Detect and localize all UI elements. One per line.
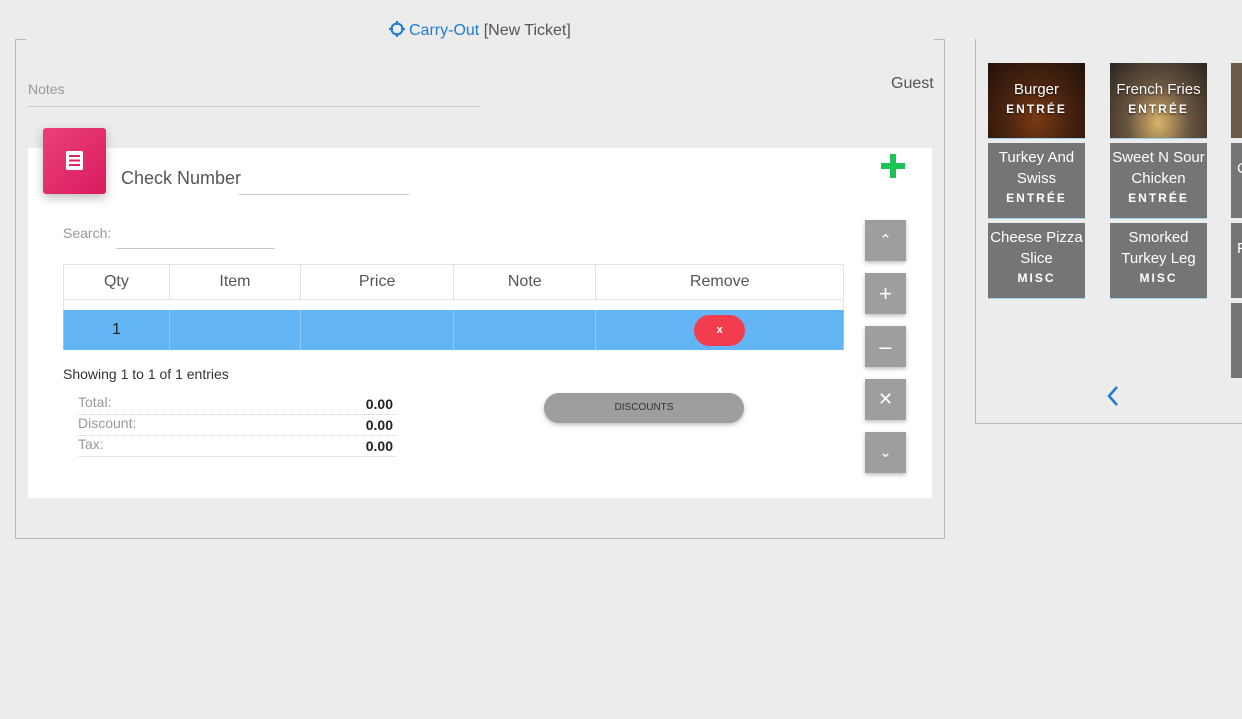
scroll-down-button[interactable]: ⌄ bbox=[865, 432, 906, 473]
menu-item-name: Turkey And Swiss bbox=[998, 149, 1075, 187]
cell-price[interactable] bbox=[300, 310, 455, 350]
column-header-note[interactable]: Note bbox=[453, 264, 597, 300]
menu-item-category: ENTRÉE bbox=[1006, 191, 1067, 205]
tax-row: Tax: 0.00 bbox=[78, 436, 395, 457]
delete-item-button[interactable]: ✕ bbox=[865, 379, 906, 420]
notes-input-underline[interactable] bbox=[28, 106, 480, 107]
column-header-remove[interactable]: Remove bbox=[595, 264, 844, 300]
scroll-up-button[interactable]: ⌃ bbox=[865, 220, 906, 261]
menu-item-french-fries[interactable]: French Fries ENTRÉE bbox=[1110, 63, 1207, 138]
menu-item-turkey-and-swiss[interactable]: Turkey And Swiss ENTRÉE bbox=[988, 143, 1085, 218]
ticket-title: Carry-Out [New Ticket] bbox=[389, 21, 571, 40]
total-row: Total: 0.00 bbox=[78, 394, 395, 415]
menu-item-partial[interactable]: C bbox=[1231, 143, 1242, 218]
discount-label: Discount: bbox=[78, 415, 137, 431]
totals-list: Total: 0.00 Discount: 0.00 Tax: 0.00 bbox=[78, 394, 395, 457]
guest-label[interactable]: Guest bbox=[891, 75, 934, 93]
increase-qty-button[interactable]: + bbox=[865, 273, 906, 314]
discount-row: Discount: 0.00 bbox=[78, 415, 395, 436]
column-header-item[interactable]: Item bbox=[168, 264, 302, 300]
entries-info: Showing 1 to 1 of 1 entries bbox=[63, 366, 229, 382]
cell-remove: x bbox=[595, 310, 844, 350]
add-check-button[interactable] bbox=[878, 151, 908, 181]
plus-icon: + bbox=[879, 281, 892, 306]
menu-item-partial[interactable] bbox=[1231, 63, 1242, 138]
table-header-row: Qty Item Price Note Remove bbox=[63, 264, 844, 300]
menu-item-name: Cheese Pizza Slice bbox=[990, 229, 1083, 267]
discount-value: 0.00 bbox=[365, 417, 393, 433]
chevron-down-icon: ⌄ bbox=[879, 444, 892, 461]
order-items-table: Qty Item Price Note Remove 1 x bbox=[63, 264, 844, 350]
menu-item-smorked-turkey-leg[interactable]: Smorked Turkey Leg MISC bbox=[1110, 223, 1207, 298]
receipt-icon bbox=[66, 151, 83, 170]
chevron-left-icon bbox=[1107, 386, 1118, 406]
menu-item-category: MISC bbox=[1017, 271, 1056, 285]
cell-item[interactable] bbox=[168, 310, 302, 350]
chevron-up-icon: ⌃ bbox=[879, 232, 892, 249]
menu-item-partial[interactable] bbox=[1231, 303, 1242, 378]
menu-item-category: MISC bbox=[1139, 271, 1178, 285]
close-icon: ✕ bbox=[877, 389, 894, 409]
menu-item-sweet-n-sour-chicken[interactable]: Sweet N Sour Chicken ENTRÉE bbox=[1110, 143, 1207, 218]
menu-item-category: ENTRÉE bbox=[1006, 102, 1067, 116]
menu-item-cheese-pizza-slice[interactable]: Cheese Pizza Slice MISC bbox=[988, 223, 1085, 298]
crosshair-icon bbox=[389, 21, 405, 37]
total-label: Total: bbox=[78, 394, 112, 410]
menu-item-name: Sweet N Sour Chicken bbox=[1112, 149, 1205, 187]
receipt-icon-badge bbox=[43, 128, 106, 194]
check-number-input[interactable] bbox=[239, 168, 409, 195]
menu-item-category: ENTRÉE bbox=[1128, 102, 1189, 116]
order-type-link[interactable]: Carry-Out bbox=[409, 22, 479, 39]
menu-item-partial-letter: F bbox=[1237, 240, 1242, 257]
ticket-status: [New Ticket] bbox=[483, 22, 571, 39]
discounts-button[interactable]: DISCOUNTS bbox=[544, 393, 744, 423]
total-value: 0.00 bbox=[365, 396, 393, 412]
menu-item-name: Burger bbox=[1013, 81, 1060, 98]
notes-label[interactable]: Notes bbox=[28, 81, 65, 97]
check-number-label: Check Number bbox=[121, 168, 242, 188]
search-label: Search: bbox=[63, 225, 112, 241]
menu-item-partial-letter: C bbox=[1237, 160, 1242, 177]
cell-qty[interactable]: 1 bbox=[63, 310, 170, 350]
menu-item-name: Smorked Turkey Leg bbox=[1121, 229, 1196, 267]
column-header-price[interactable]: Price bbox=[300, 264, 455, 300]
cell-note[interactable] bbox=[453, 310, 597, 350]
plus-icon bbox=[881, 154, 905, 178]
minus-icon: – bbox=[879, 334, 892, 359]
column-header-qty[interactable]: Qty bbox=[63, 264, 170, 300]
menu-item-partial[interactable]: F bbox=[1231, 223, 1242, 298]
remove-item-button[interactable]: x bbox=[694, 314, 746, 346]
table-row[interactable]: 1 x bbox=[63, 310, 844, 350]
menu-item-burger[interactable]: Burger ENTRÉE bbox=[988, 63, 1085, 138]
menu-prev-page-button[interactable] bbox=[1104, 384, 1124, 408]
search-input[interactable] bbox=[116, 222, 275, 249]
menu-item-category: ENTRÉE bbox=[1128, 191, 1189, 205]
tax-value: 0.00 bbox=[365, 438, 393, 454]
tax-label: Tax: bbox=[78, 436, 104, 452]
decrease-qty-button[interactable]: – bbox=[865, 326, 906, 367]
menu-item-name: French Fries bbox=[1116, 81, 1201, 98]
